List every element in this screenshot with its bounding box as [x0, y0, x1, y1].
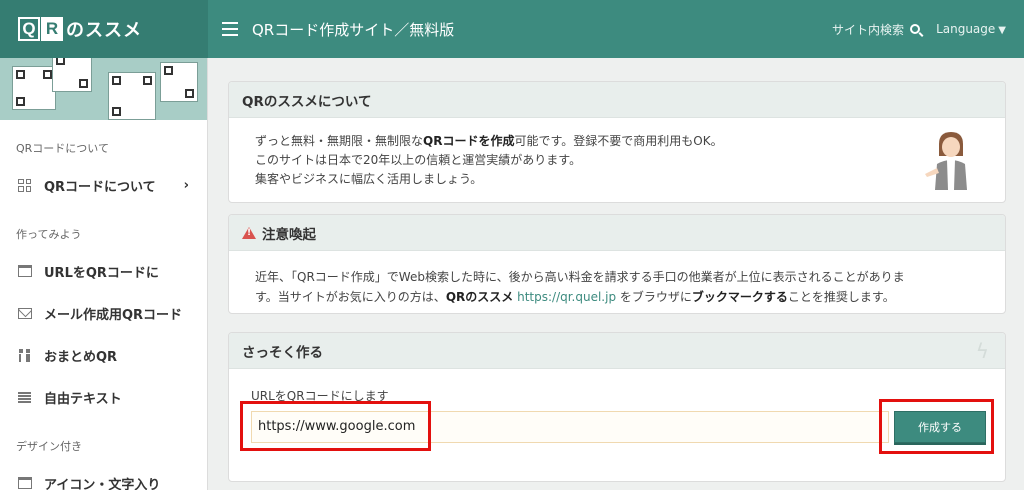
about-panel: QRのススメについて ずっと無料・無期限・無制限なQRコードを作成可能です。登録…	[228, 81, 1006, 203]
top-bar: Q R のススメ QRコード作成サイト／無料版 サイト内検索 Language ▼	[0, 0, 1024, 58]
warning-triangle-icon	[242, 226, 256, 239]
url-input-highlight	[240, 401, 431, 451]
warning-panel: 注意喚起 近年、「QRコード作成」でWeb検索した時に、後から高い料金を請求する…	[228, 214, 1006, 314]
about-line-1: ずっと無料・無期限・無制限なQRコードを作成可能です。登録不要で商用利用もOK。	[255, 134, 723, 148]
guide-woman-illustration	[925, 132, 967, 190]
warning-panel-title: 注意喚起	[262, 226, 316, 243]
warning-line-2: す。当サイトがお気に入りの方は、QRのススメ https://qr.quel.j…	[255, 290, 895, 304]
create-button-highlight	[879, 399, 994, 454]
sidebar-item-label: アイコン・文字入り	[44, 477, 161, 490]
text-lines-icon	[17, 391, 32, 404]
sidebar-item-bundle-qr[interactable]: おまとめQR	[0, 334, 207, 376]
site-url-link[interactable]: https://qr.quel.jp	[517, 290, 616, 304]
sitemap-icon	[17, 348, 32, 362]
about-line-3: 集客やビジネスに幅広く活用しましょう。	[255, 172, 483, 186]
browser-window-icon	[17, 265, 32, 278]
warning-panel-body: 近年、「QRコード作成」でWeb検索した時に、後から高い料金を請求する手口の他業…	[229, 251, 1005, 307]
sidebar-item-url-qr[interactable]: URLをQRコードに	[0, 250, 207, 292]
sidebar: QRコードについて QRコードについて › 作ってみよう URLをQRコードに …	[0, 58, 208, 490]
sidebar-section-make: 作ってみよう	[16, 228, 82, 241]
lightning-bolt-icon: ϟ	[975, 339, 989, 363]
language-dropdown[interactable]: Language ▼	[936, 22, 1006, 36]
logo-q-box: Q	[18, 17, 40, 41]
logo-text: のススメ	[66, 20, 142, 41]
site-search-label: サイト内検索	[832, 22, 905, 37]
about-panel-title: QRのススメについて	[229, 82, 1005, 118]
about-panel-body: ずっと無料・無期限・無制限なQRコードを作成可能です。登録不要で商用利用もOK。…	[229, 118, 1005, 189]
sidebar-item-label: 自由テキスト	[44, 391, 122, 407]
qr-banner-image	[0, 58, 207, 120]
caret-down-icon: ▼	[998, 25, 1006, 36]
search-icon	[910, 24, 921, 34]
sidebar-item-mail-qr[interactable]: メール作成用QRコード	[0, 292, 207, 334]
hamburger-menu-icon[interactable]	[222, 22, 238, 36]
sidebar-item-label: URLをQRコードに	[44, 265, 159, 281]
sidebar-item-free-text[interactable]: 自由テキスト	[0, 376, 207, 418]
sidebar-item-label: おまとめQR	[44, 349, 118, 365]
language-label: Language	[936, 22, 996, 36]
envelope-icon	[17, 307, 32, 320]
image-icon	[17, 477, 32, 490]
sidebar-item-about-qr[interactable]: QRコードについて ›	[0, 164, 207, 206]
sidebar-item-label: メール作成用QRコード	[44, 307, 183, 323]
site-logo[interactable]: Q R のススメ	[0, 0, 208, 58]
logo-r-box: R	[41, 17, 63, 41]
quick-create-title: さっそく作る	[229, 333, 1005, 369]
warning-panel-header: 注意喚起	[229, 215, 1005, 251]
sidebar-item-icon-text[interactable]: アイコン・文字入り	[0, 462, 207, 490]
qr-grid-icon	[17, 178, 32, 192]
page-title: QRコード作成サイト／無料版	[252, 20, 455, 39]
warning-line-1: 近年、「QRコード作成」でWeb検索した時に、後から高い料金を請求する手口の他業…	[255, 270, 905, 284]
sidebar-item-label: QRコードについて	[44, 179, 156, 195]
site-search-button[interactable]: サイト内検索	[832, 21, 921, 38]
about-line-2: このサイトは日本で20年以上の信頼と運営実績があります。	[255, 153, 582, 167]
sidebar-section-design: デザイン付き	[16, 440, 82, 453]
sidebar-section-about: QRコードについて	[16, 142, 109, 155]
chevron-right-icon: ›	[183, 177, 189, 193]
